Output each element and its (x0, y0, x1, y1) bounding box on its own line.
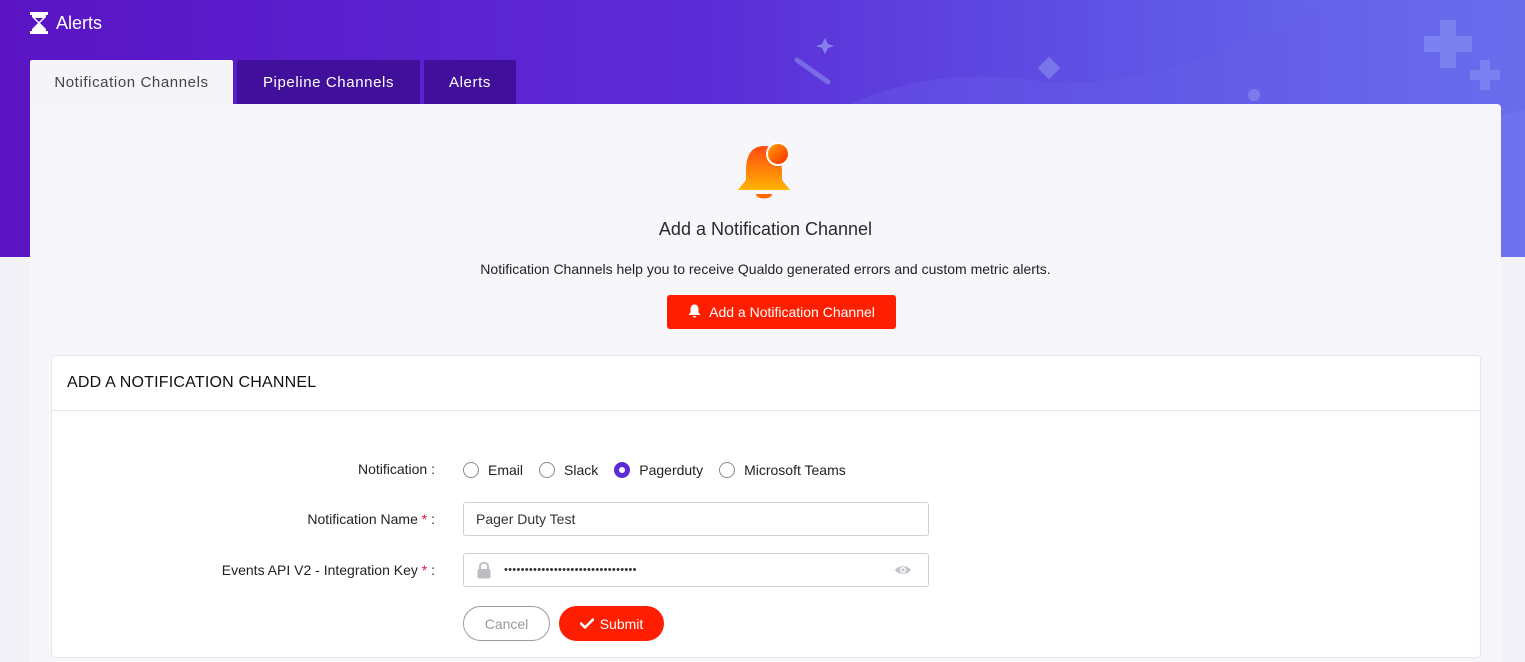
submit-button[interactable]: Submit (559, 606, 664, 641)
notification-name-input[interactable]: Pager Duty Test (463, 502, 929, 536)
radio-slack-label: Slack (564, 462, 599, 478)
integration-key-label: Events API V2 - Integration Key * : (222, 562, 435, 578)
label-colon: : (431, 511, 435, 527)
empty-state-title: Add a Notification Channel (658, 219, 873, 239)
radio-email-label: Email (488, 462, 524, 478)
radio-pagerduty-label: Pagerduty (639, 462, 704, 478)
required-asterisk: * (421, 511, 428, 527)
add-notification-channel-button[interactable]: Add a Notification Channel (667, 295, 896, 329)
app-title-text: Alerts (56, 12, 103, 33)
integration-key-input[interactable]: •••••••••••••••••••••••••••••••• (463, 553, 929, 587)
tab-pipeline-channels[interactable]: Pipeline Channels (237, 60, 420, 104)
empty-state-description: Notification Channels help you to receiv… (480, 261, 1051, 277)
integration-key-label-text: Events API V2 - Integration Key (221, 562, 418, 578)
add-notification-channel-label: Add a Notification Channel (709, 304, 875, 320)
integration-key-value: •••••••••••••••••••••••••••••••• (504, 564, 637, 576)
content-panel: Add a Notification Channel Notification … (30, 104, 1501, 662)
check-icon (579, 616, 595, 632)
notification-type-radio-group: Email Slack Pagerduty Microsoft Teams (463, 462, 862, 478)
notification-name-label: Notification Name * : (307, 511, 435, 527)
radio-microsoft-teams-label: Microsoft Teams (744, 462, 846, 478)
tab-bar: Notification Channels Pipeline Channels … (30, 60, 516, 104)
app-title: Alerts (30, 11, 102, 35)
radio-email-indicator[interactable] (463, 462, 479, 478)
notification-type-row: Notification : Email Slack Pagerduty Mic… (52, 459, 1482, 481)
form-header: ADD A NOTIFICATION CHANNEL (52, 356, 1480, 411)
notification-name-value: Pager Duty Test (476, 511, 576, 527)
lock-icon (464, 561, 504, 579)
radio-microsoft-teams[interactable]: Microsoft Teams (719, 462, 846, 478)
radio-email[interactable]: Email (463, 462, 523, 478)
required-asterisk: * (421, 562, 428, 578)
label-colon: : (431, 562, 435, 578)
radio-pagerduty-indicator[interactable] (614, 462, 631, 478)
cancel-button[interactable]: Cancel (463, 606, 550, 641)
integration-key-row: Events API V2 - Integration Key * : ••••… (52, 553, 1482, 587)
tab-notification-channels[interactable]: Notification Channels (30, 60, 233, 104)
radio-microsoft-teams-indicator[interactable] (719, 462, 736, 478)
notification-name-label-text: Notification Name (307, 511, 418, 527)
add-channel-form-card: ADD A NOTIFICATION CHANNEL Notification … (51, 355, 1481, 658)
eye-icon[interactable] (878, 564, 928, 576)
bell-icon (736, 140, 796, 204)
tab-alerts[interactable]: Alerts (424, 60, 516, 104)
radio-pagerduty[interactable]: Pagerduty (614, 462, 703, 478)
notification-label: Notification : (357, 461, 435, 477)
radio-slack-indicator[interactable] (539, 462, 556, 478)
bell-small-icon (688, 304, 701, 321)
radio-slack[interactable]: Slack (539, 462, 598, 478)
hourglass-icon (30, 12, 48, 34)
notification-name-row: Notification Name * : Pager Duty Test (52, 502, 1482, 536)
submit-label: Submit (599, 615, 644, 632)
